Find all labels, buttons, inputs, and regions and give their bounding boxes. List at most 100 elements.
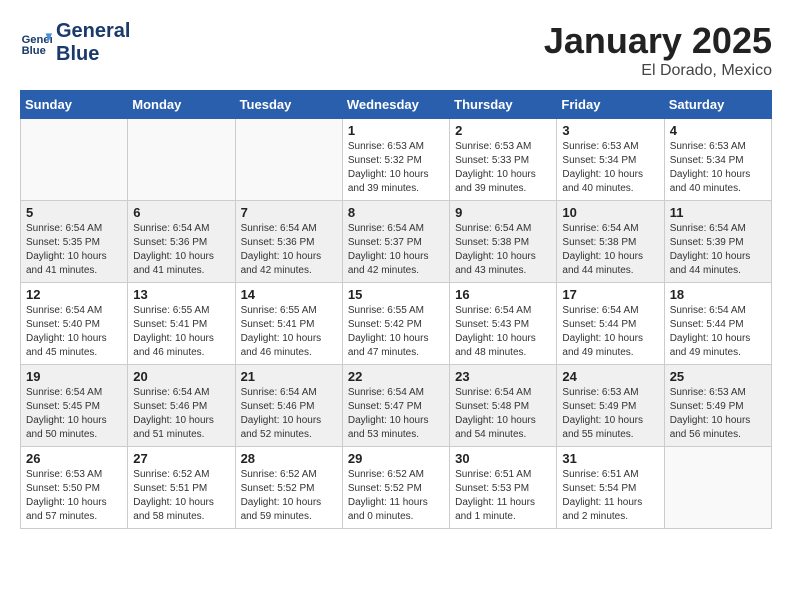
day-info: Sunrise: 6:54 AM Sunset: 5:48 PM Dayligh…	[455, 386, 551, 442]
day-number: 6	[133, 205, 229, 220]
location: El Dorado, Mexico	[544, 62, 772, 80]
calendar-cell	[21, 119, 128, 201]
day-info: Sunrise: 6:54 AM Sunset: 5:46 PM Dayligh…	[241, 386, 337, 442]
calendar-cell: 4 Sunrise: 6:53 AM Sunset: 5:34 PM Daylig…	[664, 119, 771, 201]
calendar-cell: 20Sunrise: 6:54 AM Sunset: 5:46 PM Dayli…	[128, 365, 235, 447]
day-number: 4	[670, 123, 766, 138]
day-info: Sunrise: 6:54 AM Sunset: 5:38 PM Dayligh…	[455, 222, 551, 278]
day-header-tuesday: Tuesday	[235, 91, 342, 119]
calendar-cell: 25Sunrise: 6:53 AM Sunset: 5:49 PM Dayli…	[664, 365, 771, 447]
calendar-week-row: 5Sunrise: 6:54 AM Sunset: 5:35 PM Daylig…	[21, 201, 772, 283]
calendar-cell: 26 Sunrise: 6:53 AM Sunset: 5:50 PM Dayli…	[21, 447, 128, 529]
day-info: Sunrise: 6:54 AM Sunset: 5:36 PM Dayligh…	[241, 222, 337, 278]
calendar-cell	[664, 447, 771, 529]
calendar-week-row: 19Sunrise: 6:54 AM Sunset: 5:45 PM Dayli…	[21, 365, 772, 447]
day-number: 12	[26, 287, 122, 302]
calendar-cell: 23 Sunrise: 6:54 AM Sunset: 5:48 PM Dayli…	[450, 365, 557, 447]
day-number: 23	[455, 369, 551, 384]
day-info: Sunrise: 6:52 AM Sunset: 5:51 PM Dayligh…	[133, 468, 229, 524]
day-info: Sunrise: 6:53 AM Sunset: 5:33 PM Dayligh…	[455, 140, 551, 196]
day-number: 24	[562, 369, 658, 384]
day-number: 3	[562, 123, 658, 138]
day-info: Sunrise: 6:54 AM Sunset: 5:39 PM Dayligh…	[670, 222, 766, 278]
day-number: 26	[26, 451, 122, 466]
day-number: 7	[241, 205, 337, 220]
day-info: Sunrise: 6:54 AM Sunset: 5:38 PM Dayligh…	[562, 222, 658, 278]
day-info: Sunrise: 6:51 AM Sunset: 5:53 PM Dayligh…	[455, 468, 551, 524]
calendar-cell: 13 Sunrise: 6:55 AM Sunset: 5:41 PM Dayli…	[128, 283, 235, 365]
day-number: 30	[455, 451, 551, 466]
day-number: 9	[455, 205, 551, 220]
svg-text:Blue: Blue	[22, 45, 46, 57]
calendar-cell: 15 Sunrise: 6:55 AM Sunset: 5:42 PM Dayli…	[342, 283, 449, 365]
day-number: 15	[348, 287, 444, 302]
day-number: 11	[670, 205, 766, 220]
day-number: 29	[348, 451, 444, 466]
calendar-cell: 1 Sunrise: 6:53 AM Sunset: 5:32 PM Daylig…	[342, 119, 449, 201]
logo-icon: General Blue	[20, 27, 52, 59]
calendar-cell: 19Sunrise: 6:54 AM Sunset: 5:45 PM Dayli…	[21, 365, 128, 447]
day-info: Sunrise: 6:54 AM Sunset: 5:47 PM Dayligh…	[348, 386, 444, 442]
day-info: Sunrise: 6:54 AM Sunset: 5:44 PM Dayligh…	[670, 304, 766, 360]
day-info: Sunrise: 6:53 AM Sunset: 5:50 PM Dayligh…	[26, 468, 122, 524]
calendar-cell: 8 Sunrise: 6:54 AM Sunset: 5:37 PM Daylig…	[342, 201, 449, 283]
title-block: January 2025 El Dorado, Mexico	[544, 20, 772, 80]
day-number: 8	[348, 205, 444, 220]
day-number: 13	[133, 287, 229, 302]
logo-general: General	[56, 20, 130, 43]
calendar-cell: 2 Sunrise: 6:53 AM Sunset: 5:33 PM Daylig…	[450, 119, 557, 201]
day-number: 31	[562, 451, 658, 466]
calendar-cell: 31 Sunrise: 6:51 AM Sunset: 5:54 PM Dayli…	[557, 447, 664, 529]
day-header-saturday: Saturday	[664, 91, 771, 119]
day-number: 17	[562, 287, 658, 302]
day-number: 20	[133, 369, 229, 384]
calendar-week-row: 12 Sunrise: 6:54 AM Sunset: 5:40 PM Dayli…	[21, 283, 772, 365]
calendar-cell: 7 Sunrise: 6:54 AM Sunset: 5:36 PM Daylig…	[235, 201, 342, 283]
day-info: Sunrise: 6:51 AM Sunset: 5:54 PM Dayligh…	[562, 468, 658, 524]
day-info: Sunrise: 6:52 AM Sunset: 5:52 PM Dayligh…	[241, 468, 337, 524]
calendar-cell: 14Sunrise: 6:55 AM Sunset: 5:41 PM Dayli…	[235, 283, 342, 365]
day-info: Sunrise: 6:54 AM Sunset: 5:43 PM Dayligh…	[455, 304, 551, 360]
calendar-cell: 10 Sunrise: 6:54 AM Sunset: 5:38 PM Dayli…	[557, 201, 664, 283]
day-number: 16	[455, 287, 551, 302]
day-header-thursday: Thursday	[450, 91, 557, 119]
day-number: 22	[348, 369, 444, 384]
day-info: Sunrise: 6:53 AM Sunset: 5:34 PM Dayligh…	[670, 140, 766, 196]
day-number: 2	[455, 123, 551, 138]
day-header-wednesday: Wednesday	[342, 91, 449, 119]
calendar-cell: 21 Sunrise: 6:54 AM Sunset: 5:46 PM Dayli…	[235, 365, 342, 447]
calendar-cell: 5Sunrise: 6:54 AM Sunset: 5:35 PM Daylig…	[21, 201, 128, 283]
day-number: 5	[26, 205, 122, 220]
day-info: Sunrise: 6:53 AM Sunset: 5:34 PM Dayligh…	[562, 140, 658, 196]
calendar-cell: 28 Sunrise: 6:52 AM Sunset: 5:52 PM Dayli…	[235, 447, 342, 529]
day-number: 28	[241, 451, 337, 466]
day-number: 18	[670, 287, 766, 302]
day-number: 1	[348, 123, 444, 138]
day-info: Sunrise: 6:53 AM Sunset: 5:49 PM Dayligh…	[562, 386, 658, 442]
day-number: 27	[133, 451, 229, 466]
day-info: Sunrise: 6:55 AM Sunset: 5:42 PM Dayligh…	[348, 304, 444, 360]
day-info: Sunrise: 6:53 AM Sunset: 5:32 PM Dayligh…	[348, 140, 444, 196]
day-number: 21	[241, 369, 337, 384]
calendar-cell: 22 Sunrise: 6:54 AM Sunset: 5:47 PM Dayli…	[342, 365, 449, 447]
logo: General Blue General Blue	[20, 20, 130, 66]
month-title: January 2025	[544, 20, 772, 62]
day-number: 10	[562, 205, 658, 220]
day-info: Sunrise: 6:53 AM Sunset: 5:49 PM Dayligh…	[670, 386, 766, 442]
calendar-cell	[128, 119, 235, 201]
day-header-sunday: Sunday	[21, 91, 128, 119]
day-info: Sunrise: 6:55 AM Sunset: 5:41 PM Dayligh…	[241, 304, 337, 360]
calendar-cell: 9 Sunrise: 6:54 AM Sunset: 5:38 PM Daylig…	[450, 201, 557, 283]
page-header: General Blue General Blue January 2025 E…	[20, 20, 772, 80]
day-info: Sunrise: 6:54 AM Sunset: 5:37 PM Dayligh…	[348, 222, 444, 278]
calendar-cell: 11 Sunrise: 6:54 AM Sunset: 5:39 PM Dayli…	[664, 201, 771, 283]
day-info: Sunrise: 6:55 AM Sunset: 5:41 PM Dayligh…	[133, 304, 229, 360]
calendar-header-row: SundayMondayTuesdayWednesdayThursdayFrid…	[21, 91, 772, 119]
logo-blue: Blue	[56, 43, 130, 66]
calendar-cell: 16 Sunrise: 6:54 AM Sunset: 5:43 PM Dayli…	[450, 283, 557, 365]
day-info: Sunrise: 6:52 AM Sunset: 5:52 PM Dayligh…	[348, 468, 444, 524]
calendar-cell: 12 Sunrise: 6:54 AM Sunset: 5:40 PM Dayli…	[21, 283, 128, 365]
day-info: Sunrise: 6:54 AM Sunset: 5:40 PM Dayligh…	[26, 304, 122, 360]
calendar-cell: 27 Sunrise: 6:52 AM Sunset: 5:51 PM Dayli…	[128, 447, 235, 529]
calendar-cell: 17Sunrise: 6:54 AM Sunset: 5:44 PM Dayli…	[557, 283, 664, 365]
